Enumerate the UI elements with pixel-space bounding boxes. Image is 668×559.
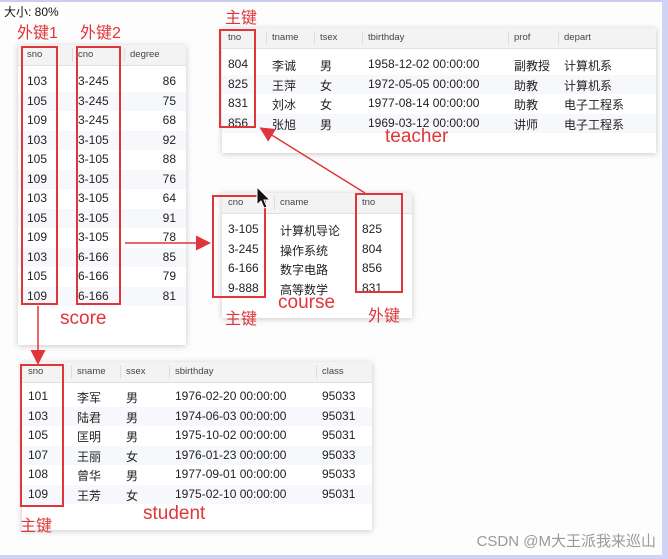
mouse-cursor-icon (256, 186, 272, 209)
arrow-course-to-teacher (259, 127, 366, 194)
watermark: CSDN @M大王派我来巡山 (476, 533, 656, 550)
relationship-arrows (30, 127, 366, 365)
